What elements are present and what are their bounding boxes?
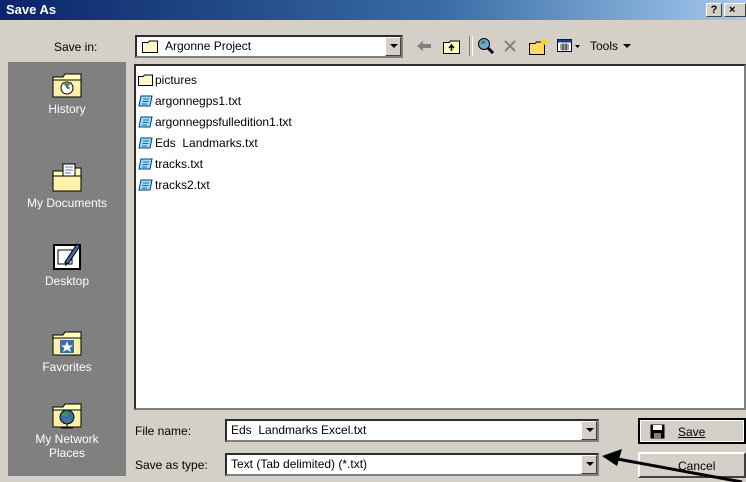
chevron-down-icon[interactable] <box>385 37 401 56</box>
my-documents-icon <box>51 162 83 194</box>
file-name: tracks2.txt <box>155 178 210 192</box>
search-web-icon[interactable] <box>476 36 496 56</box>
views-icon[interactable] <box>556 36 584 56</box>
text-file-icon <box>138 158 153 170</box>
file-name-input[interactable]: Eds Landmarks Excel.txt <box>225 419 599 442</box>
file-name: argonnegps1.txt <box>155 94 242 108</box>
close-button[interactable]: × <box>724 3 746 17</box>
delete-icon[interactable] <box>500 36 520 56</box>
file-name: pictures <box>155 73 198 87</box>
tools-label: Tools <box>590 39 619 53</box>
file-name-label: File name: <box>135 424 192 438</box>
save-as-type-value: Text (Tab delimited) (*.txt) <box>231 457 368 471</box>
list-item-file[interactable]: argonnegps1.txt <box>138 91 241 111</box>
place-my-network-places[interactable]: My Network Places <box>8 398 126 460</box>
place-history[interactable]: History <box>8 68 126 116</box>
list-item-folder[interactable]: pictures <box>138 70 197 90</box>
desktop-icon <box>51 240 83 272</box>
places-bar: History My Documents Desktop Favorites M… <box>8 62 126 476</box>
list-item-file[interactable]: Eds Landmarks.txt <box>138 133 258 153</box>
history-icon <box>51 68 83 100</box>
place-label: My Documents <box>26 196 108 210</box>
toolbar-separator <box>469 36 473 56</box>
tools-menu[interactable]: Tools <box>590 36 660 56</box>
place-desktop[interactable]: Desktop <box>8 240 126 288</box>
list-item-file[interactable]: tracks.txt <box>138 154 203 174</box>
chevron-down-icon[interactable] <box>581 421 597 440</box>
file-name-value: Eds Landmarks Excel.txt <box>231 423 367 437</box>
place-label: Desktop <box>44 274 90 288</box>
place-favorites[interactable]: Favorites <box>8 326 126 374</box>
save-in-dropdown[interactable]: Argonne Project <box>135 35 403 58</box>
chevron-down-icon[interactable] <box>581 455 597 474</box>
text-file-icon <box>138 116 153 128</box>
window-title: Save As <box>6 2 57 17</box>
help-button[interactable]: ? <box>706 3 722 17</box>
save-as-type-label: Save as type: <box>135 458 208 472</box>
list-item-file[interactable]: tracks2.txt <box>138 175 210 195</box>
file-name: Eds Landmarks.txt <box>155 136 258 150</box>
folder-icon <box>138 74 153 86</box>
cancel-button-label: Cancel <box>678 459 716 473</box>
text-file-icon <box>138 179 153 191</box>
folder-icon <box>142 40 158 56</box>
file-list[interactable]: pictures argonnegps1.txt argonnegpsfulle… <box>134 64 746 410</box>
place-label: Favorites <box>42 360 92 374</box>
list-item-file[interactable]: argonnegpsfulledition1.txt <box>138 112 292 132</box>
save-button[interactable]: Save <box>638 418 746 444</box>
save-in-label: Save in: <box>54 40 98 54</box>
network-places-icon <box>51 398 83 430</box>
save-button-label: Save <box>678 425 706 439</box>
title-bar[interactable]: Save As ? × <box>0 0 746 20</box>
place-my-documents[interactable]: My Documents <box>8 162 126 210</box>
up-one-level-icon[interactable] <box>442 36 462 56</box>
file-name: argonnegpsfulledition1.txt <box>155 115 292 129</box>
new-folder-icon[interactable] <box>528 36 550 56</box>
file-name: tracks.txt <box>155 157 204 171</box>
place-label: My Network Places <box>35 432 99 460</box>
current-folder-text: Argonne Project <box>165 39 252 53</box>
cancel-button[interactable]: Cancel <box>638 452 746 478</box>
text-file-icon <box>138 95 153 107</box>
back-arrow-icon[interactable] <box>414 36 434 56</box>
save-as-type-dropdown[interactable]: Text (Tab delimited) (*.txt) <box>225 453 599 476</box>
text-file-icon <box>138 137 153 149</box>
place-label: History <box>48 102 86 116</box>
floppy-disk-icon <box>650 424 665 439</box>
favorites-icon <box>51 326 83 358</box>
